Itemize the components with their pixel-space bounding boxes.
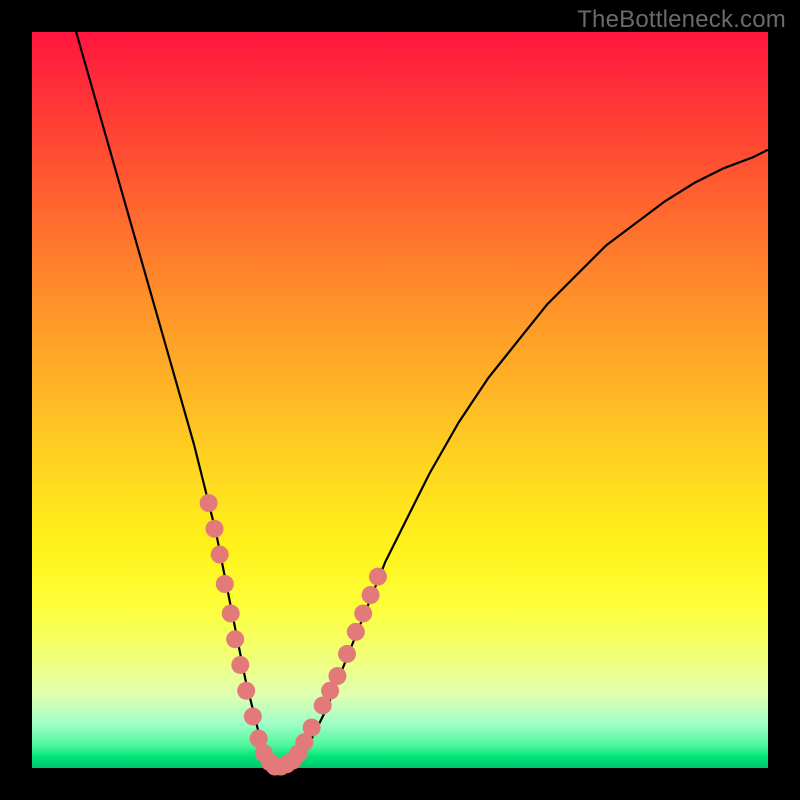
highlight-dot bbox=[303, 719, 321, 737]
plot-area bbox=[32, 32, 768, 768]
highlight-dot bbox=[200, 494, 218, 512]
highlight-dot bbox=[354, 604, 372, 622]
highlight-dot bbox=[211, 546, 229, 564]
bottleneck-curve bbox=[76, 32, 768, 768]
highlight-dot bbox=[222, 604, 240, 622]
highlight-dot bbox=[369, 568, 387, 586]
highlight-dot bbox=[226, 630, 244, 648]
watermark-text: TheBottleneck.com bbox=[577, 6, 786, 34]
curve-layer bbox=[32, 32, 768, 768]
highlight-dot bbox=[328, 667, 346, 685]
highlight-dot bbox=[338, 645, 356, 663]
chart-frame: TheBottleneck.com bbox=[0, 0, 800, 800]
highlight-dots bbox=[200, 494, 387, 775]
highlight-dot bbox=[362, 586, 380, 604]
highlight-dot bbox=[237, 682, 255, 700]
highlight-dot bbox=[244, 707, 262, 725]
highlight-dot bbox=[231, 656, 249, 674]
highlight-dot bbox=[206, 520, 224, 538]
highlight-dot bbox=[216, 575, 234, 593]
highlight-dot bbox=[347, 623, 365, 641]
